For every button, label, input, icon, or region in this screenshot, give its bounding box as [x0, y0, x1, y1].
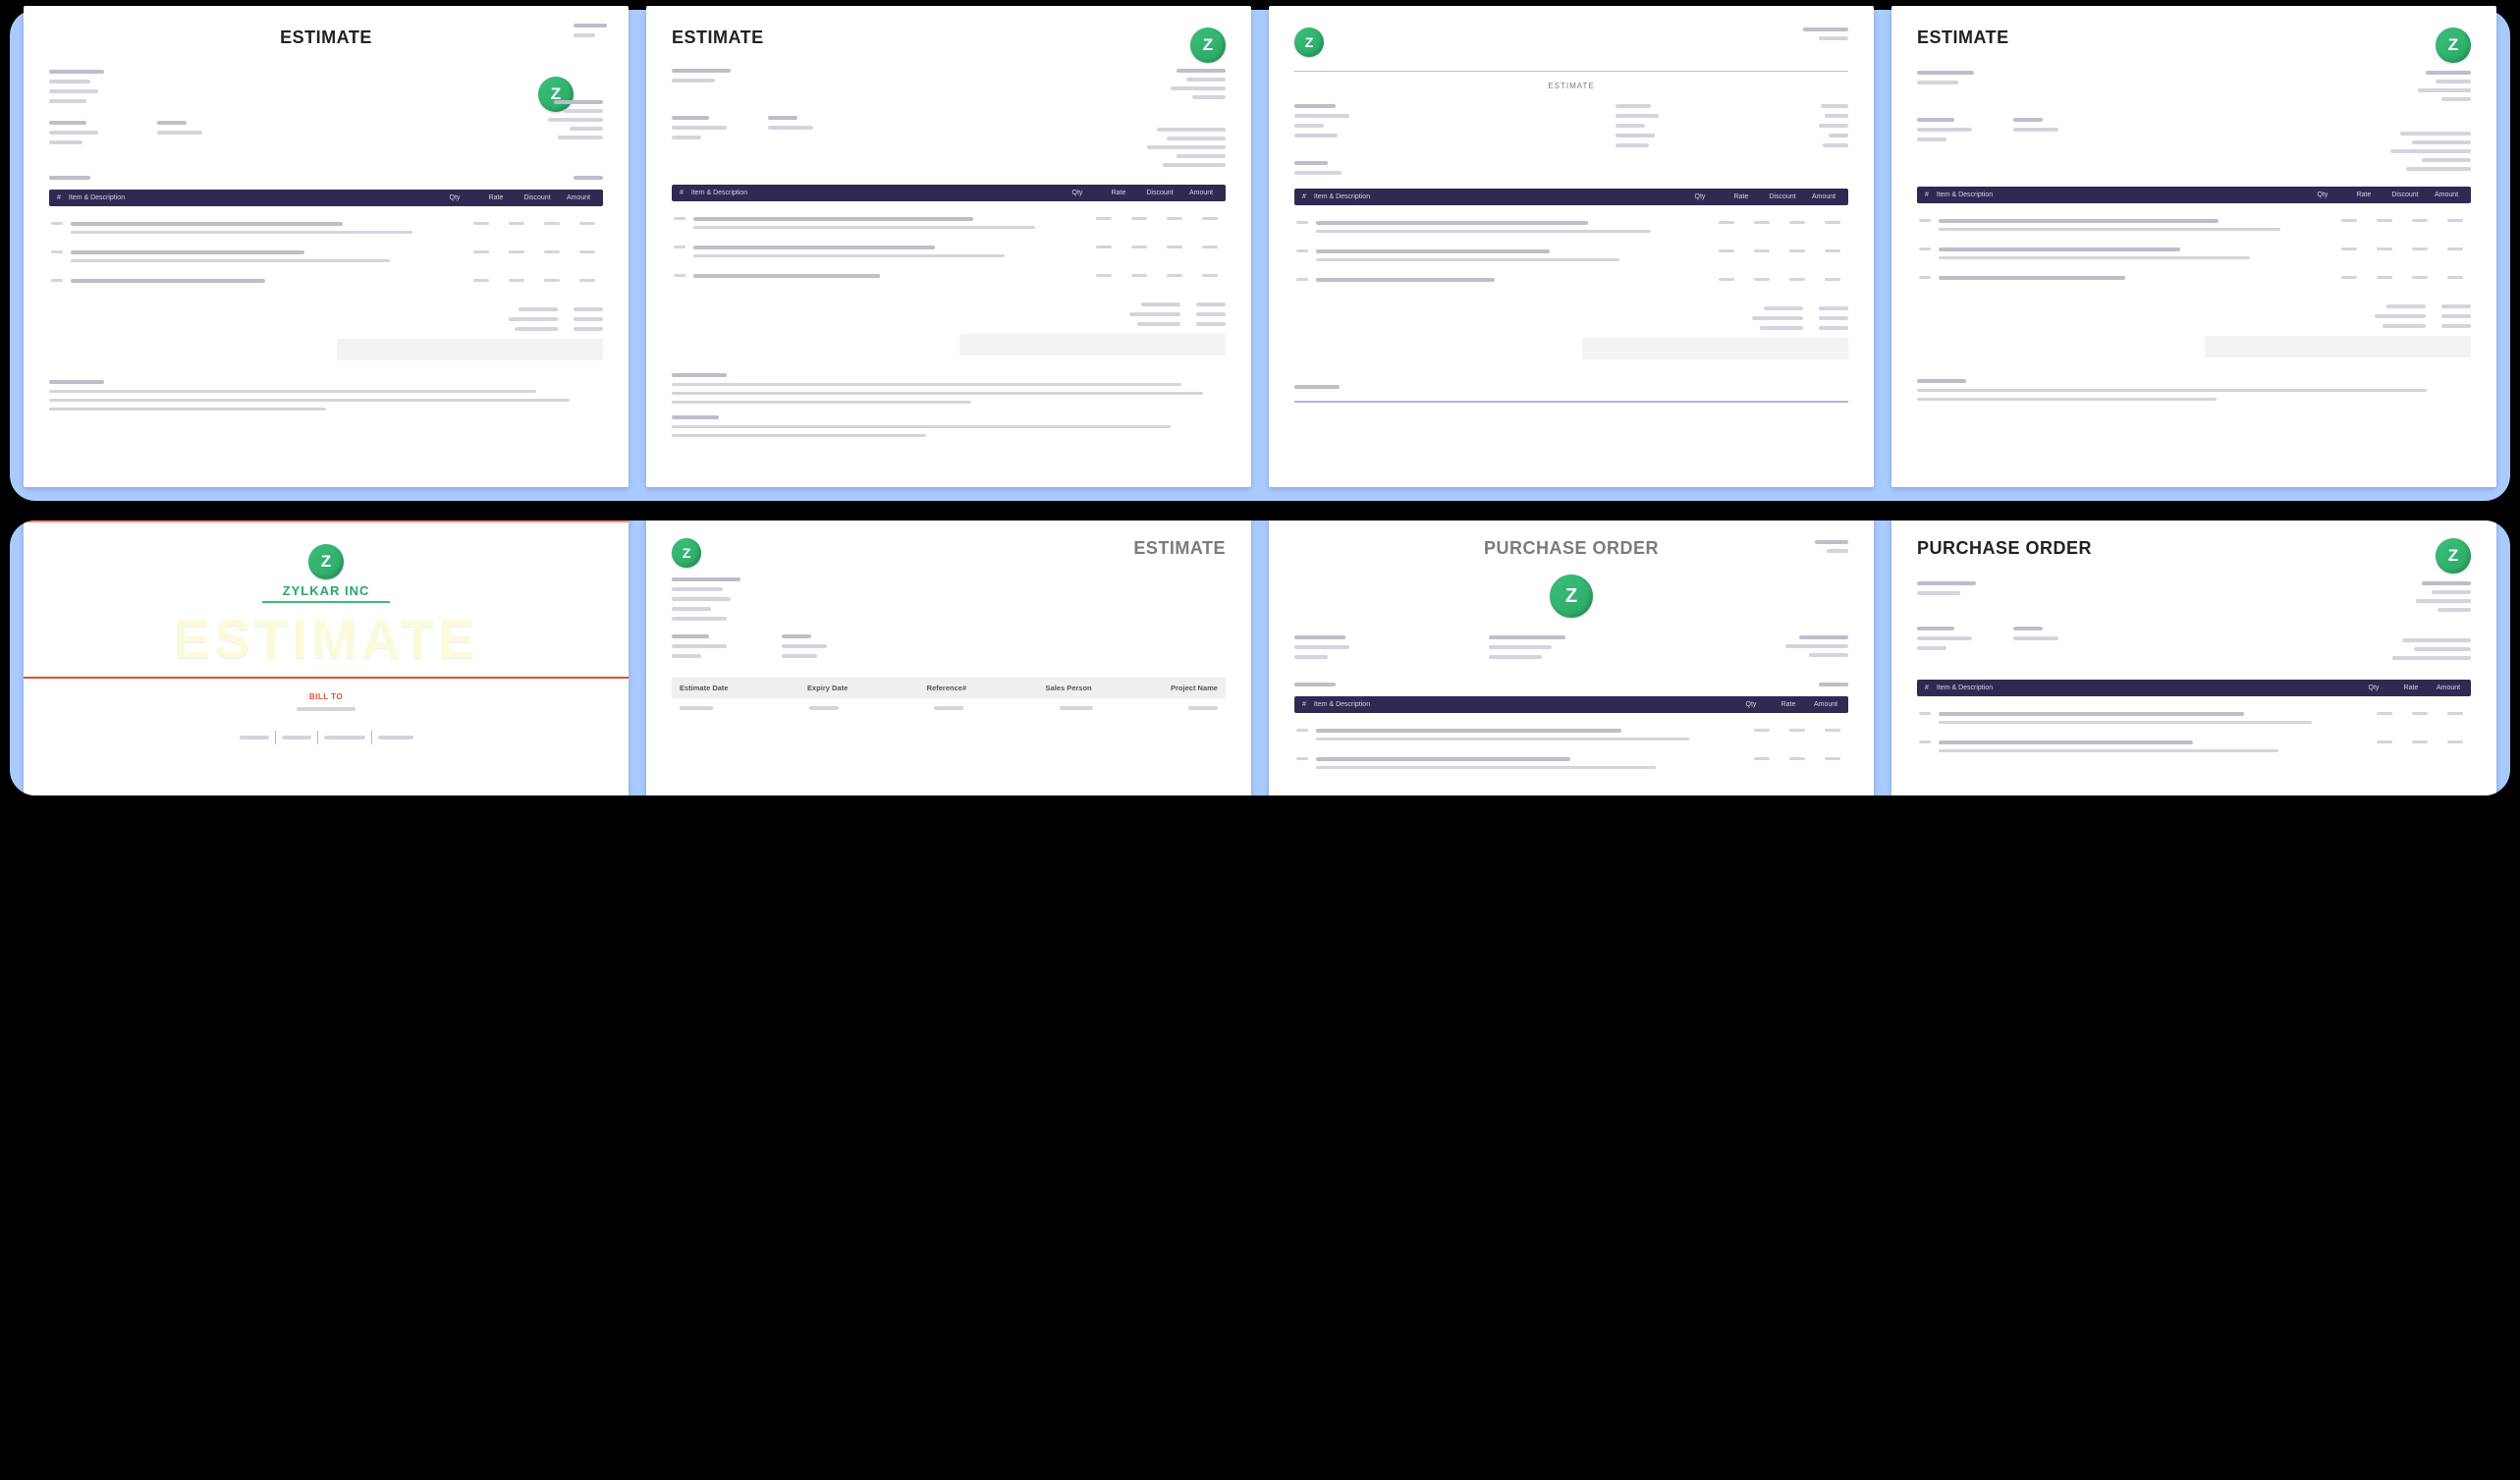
doc-title: ESTIMATE [1917, 27, 2009, 48]
doc-title: ESTIMATE [1133, 538, 1226, 559]
doc-title: PURCHASE ORDER [1917, 538, 2092, 559]
watermark-title: ESTIMATE [49, 607, 603, 671]
doc-title: ESTIMATE [672, 27, 764, 48]
bill-to-label: BILL TO [49, 692, 603, 701]
table-header: # Item & Description Qty Rate Discount A… [672, 185, 1226, 201]
template-row-1: ESTIMATE Z [10, 10, 2510, 501]
template-row-2: Z ZYLKAR INC ESTIMATE BILL TO Z ESTIMA [10, 521, 2510, 795]
brand-logo-icon: Z [672, 538, 701, 568]
meta-row [49, 731, 603, 744]
table-header: # Item & Description Qty Rate Amount [1294, 696, 1848, 713]
brand-logo-icon: Z [1190, 27, 1226, 63]
table-body [49, 216, 603, 294]
light-table-header: Estimate Date Expiry Date Reference# Sal… [672, 678, 1226, 698]
template-card-estimate-5[interactable]: Z ESTIMATE [646, 521, 1251, 795]
company-name: ZYLKAR INC [49, 583, 603, 598]
brand-logo-icon: Z [2436, 538, 2471, 574]
doc-title: PURCHASE ORDER [1484, 538, 1659, 559]
table-header: # Item & Description Qty Rate Discount A… [1917, 187, 2471, 203]
table-header: # Item & Description Qty Rate Amount [1917, 680, 2471, 696]
template-gallery: ESTIMATE Z [0, 0, 2520, 825]
template-card-po-1[interactable]: PURCHASE ORDER Z [1269, 521, 1874, 795]
doc-title: ESTIMATE [49, 27, 603, 48]
brand-logo-icon: Z [2436, 27, 2471, 63]
brand-logo-icon: Z [1294, 27, 1324, 57]
template-card-zylkar[interactable]: Z ZYLKAR INC ESTIMATE BILL TO [24, 521, 629, 795]
template-card-estimate-1[interactable]: ESTIMATE Z [24, 6, 629, 487]
template-card-estimate-2[interactable]: ESTIMATE Z [646, 6, 1251, 487]
template-card-estimate-4[interactable]: ESTIMATE Z [1891, 6, 2496, 487]
table-header: # Item & Description Qty Rate Discount A… [49, 190, 603, 206]
template-card-po-2[interactable]: PURCHASE ORDER Z [1891, 521, 2496, 795]
table-header: # Item & Description Qty Rate Discount A… [1294, 189, 1848, 205]
accent-strip [24, 521, 629, 522]
template-card-estimate-3[interactable]: Z ESTIMATE [1269, 6, 1874, 487]
doc-title: ESTIMATE [1294, 82, 1848, 90]
brand-logo-icon: Z [1550, 575, 1593, 618]
brand-logo-icon: Z [308, 544, 344, 579]
